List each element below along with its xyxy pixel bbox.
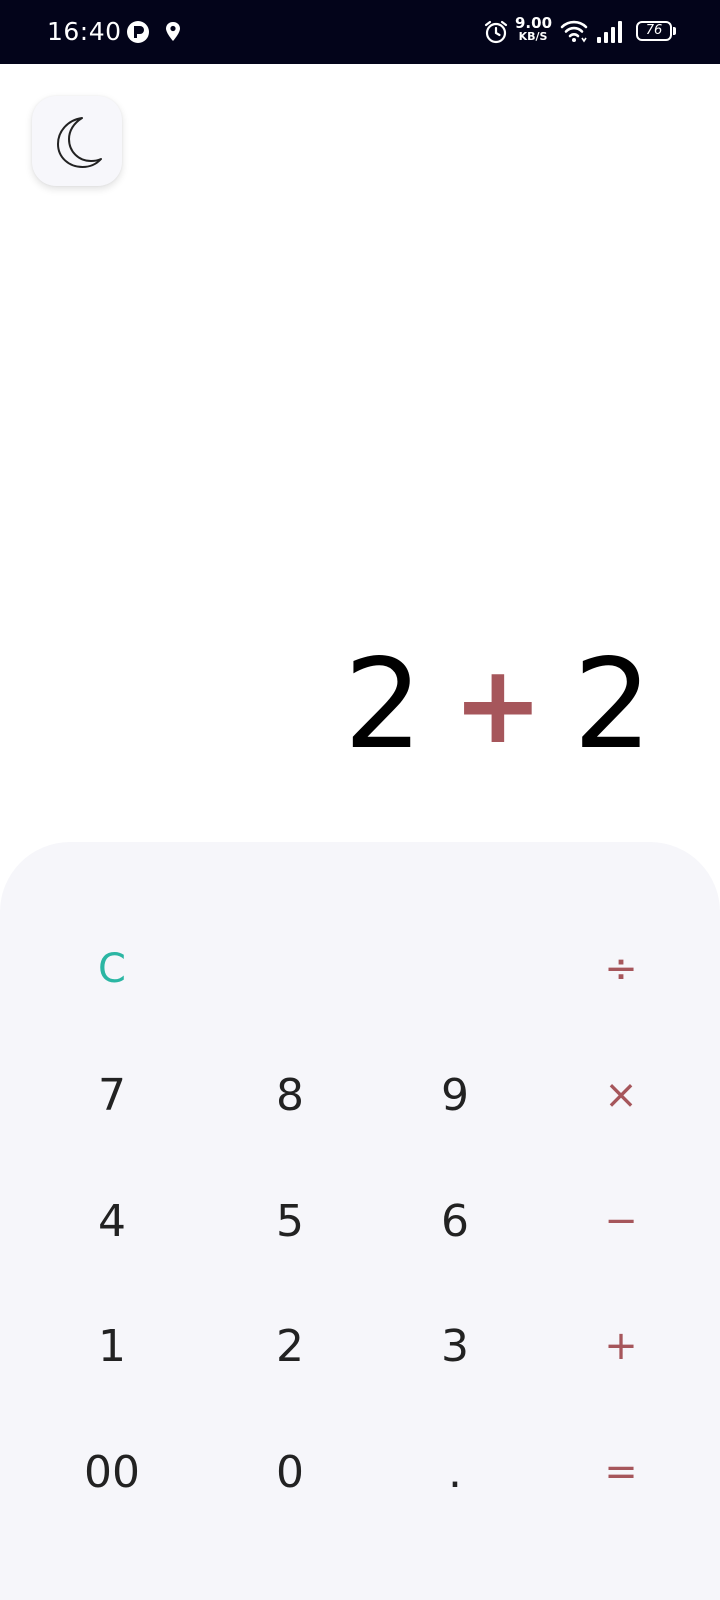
digit-2-button[interactable]: 2 (225, 1296, 355, 1396)
digit-8-button[interactable]: 8 (225, 1045, 355, 1145)
theme-toggle-button[interactable] (32, 96, 122, 186)
digit-9-button[interactable]: 9 (390, 1045, 520, 1145)
network-speed-unit: KB/S (518, 30, 548, 43)
digit-5-button[interactable]: 5 (225, 1171, 355, 1271)
digit-4-button[interactable]: 4 (47, 1171, 177, 1271)
battery-level: 76 (645, 23, 663, 38)
digit-0-button[interactable]: 0 (225, 1422, 355, 1522)
status-time: 16:40 (47, 17, 122, 46)
multiply-button[interactable]: × (556, 1045, 686, 1145)
digit-3-button[interactable]: 3 (390, 1296, 520, 1396)
expression: 2 + 2 (344, 620, 652, 790)
digit-1-button[interactable]: 1 (47, 1296, 177, 1396)
calculator-display: 2 + 2 (0, 620, 720, 790)
add-button[interactable]: + (556, 1296, 686, 1396)
clear-button[interactable]: C (47, 919, 177, 1019)
signal-icon (597, 21, 622, 43)
network-speed: 9.00 KB/S (515, 14, 553, 43)
app-notification-icon (127, 21, 149, 43)
divide-button[interactable]: ÷ (556, 919, 686, 1019)
left-operand: 2 (343, 633, 423, 777)
wifi-icon (560, 20, 588, 43)
digit-7-button[interactable]: 7 (47, 1045, 177, 1145)
network-speed-value: 9.00 (515, 14, 553, 32)
battery-icon: 76 (636, 21, 672, 41)
decimal-button[interactable]: . (390, 1422, 520, 1522)
equals-button[interactable]: = (556, 1422, 686, 1522)
subtract-button[interactable]: − (556, 1171, 686, 1271)
keypad: C ÷ 7 8 9 × 4 5 6 − 1 2 3 + 00 0 . = (0, 842, 720, 1600)
alarm-icon (484, 20, 508, 44)
status-bar: 16:40 9.00 KB/S 76 (0, 0, 720, 64)
battery-tip (673, 27, 676, 35)
location-icon (166, 22, 180, 41)
digit-6-button[interactable]: 6 (390, 1171, 520, 1271)
display-operator: + (452, 642, 544, 768)
right-operand: 2 (573, 633, 652, 777)
double-zero-button[interactable]: 00 (47, 1422, 177, 1522)
moon-icon (57, 117, 102, 168)
